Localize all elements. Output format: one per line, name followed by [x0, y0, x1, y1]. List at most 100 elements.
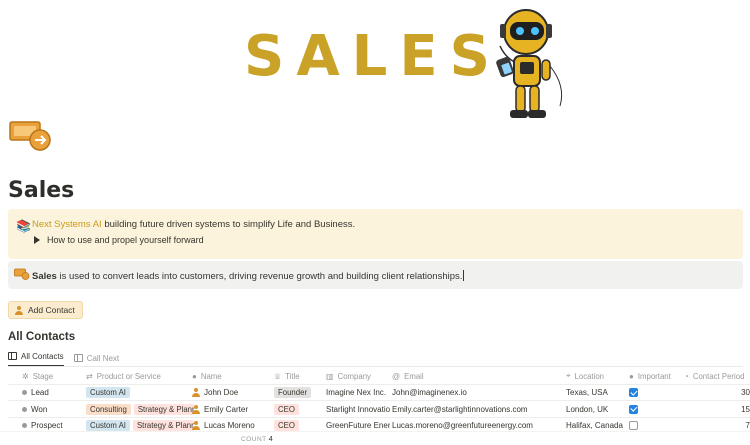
product-tag: Custom AI [86, 420, 130, 431]
name-value: Lucas Moreno [204, 421, 255, 430]
product-cell[interactable]: ConsultingStrategy & Planning [86, 401, 194, 417]
person-icon [192, 404, 200, 414]
trophy-icon: ♕ [274, 371, 282, 381]
column-label: Contact Period [692, 371, 745, 381]
stage-value: Lead [31, 388, 49, 397]
title-cell[interactable]: Founder [274, 385, 324, 401]
count-footer: COUNT 4 [0, 431, 750, 445]
add-contact-button[interactable]: Add Contact [8, 301, 83, 319]
column-header-title[interactable]: ♕ Title [274, 368, 324, 384]
tab-call-next[interactable]: Call Next [73, 350, 120, 366]
company-cell[interactable]: Starlight Innovations [326, 401, 390, 417]
column-label: Title [285, 371, 300, 381]
person-icon [15, 305, 23, 315]
column-label: Location [574, 371, 604, 381]
callout-line: Next Systems AI building future driven s… [32, 219, 355, 230]
column-label: Product or Service [96, 371, 161, 381]
email-cell[interactable]: John@imaginenex.io [392, 385, 564, 401]
column-label: Company [337, 371, 371, 381]
stage-dot-icon [22, 406, 27, 412]
add-contact-label: Add Contact [28, 305, 75, 315]
stage-value: Prospect [31, 421, 63, 430]
count-label: COUNT [241, 436, 267, 443]
column-header-important[interactable]: ● Important [629, 368, 681, 384]
name-cell[interactable]: Emily Carter [192, 401, 272, 417]
count-summary[interactable]: COUNT 4 [241, 434, 273, 443]
product-tag: Strategy & Planning [132, 420, 194, 431]
column-label: Stage [32, 371, 54, 381]
stage-cell[interactable]: Lead [22, 385, 82, 401]
column-label: Email [404, 371, 424, 381]
important-checkbox[interactable] [629, 421, 638, 430]
product-tag: Strategy & Planning [133, 403, 194, 415]
stage-dot-icon [22, 423, 27, 428]
how-to-toggle[interactable]: How to use and propel yourself forward [34, 235, 204, 245]
column-label: Name [200, 371, 222, 381]
name-value: Emily Carter [204, 404, 249, 414]
title-cell[interactable]: CEO [274, 401, 324, 417]
stage-dot-icon [22, 390, 27, 395]
column-header-product[interactable]: ⇄ Product or Service [86, 368, 194, 384]
pin-icon: ⌖ [566, 371, 571, 380]
status-icon: ✲ [22, 371, 29, 381]
column-header-company[interactable]: ▥ Company [326, 368, 390, 384]
title-tag: CEO [274, 403, 299, 415]
person-icon [192, 421, 200, 430]
description-bold: Sales [32, 271, 57, 282]
table-view-icon [73, 354, 83, 362]
robot-icon [496, 9, 563, 118]
table-row[interactable]: Won ConsultingStrategy & Planning Emily … [8, 401, 750, 418]
tab-label: Call Next [86, 353, 120, 363]
column-header-period[interactable]: ◔ Contact Period [684, 368, 750, 384]
callout-text: building future driven systems to simpli… [101, 219, 356, 230]
stage-cell[interactable]: Won [22, 401, 82, 417]
next-systems-link[interactable]: Next Systems AI [32, 219, 102, 230]
name-cell[interactable]: John Doe [192, 385, 272, 401]
location-cell[interactable]: London, UK [566, 401, 626, 417]
at-icon: @ [392, 371, 401, 381]
email-cell[interactable]: Emily.carter@starlightinnovations.com [392, 401, 564, 417]
books-icon: 📚 [16, 219, 31, 233]
location-cell[interactable]: Texas, USA [566, 385, 626, 401]
column-header-email[interactable]: @ Email [392, 368, 564, 384]
table-view-icon [8, 352, 17, 360]
period-cell[interactable]: 15 [684, 401, 750, 417]
clock-icon: ◔ [684, 371, 689, 381]
important-checkbox[interactable] [629, 404, 638, 414]
title-tag: Founder [274, 387, 312, 398]
description-text[interactable]: Sales is used to convert leads into cust… [32, 270, 465, 282]
tab-label: All Contacts [21, 351, 64, 361]
relation-icon: ⇄ [86, 371, 93, 381]
product-tag: Custom AI [86, 387, 130, 398]
toggle-label: How to use and propel yourself forward [47, 235, 204, 245]
description-rest: is used to convert leads into customers,… [56, 271, 463, 282]
column-label: Important [637, 371, 671, 381]
column-header-location[interactable]: ⌖ Location [566, 368, 626, 384]
important-checkbox[interactable] [629, 388, 638, 397]
text-caret [463, 270, 465, 281]
table-header: ✲ Stage ⇄ Product or Service ● Name ♕ Title … [8, 368, 750, 385]
money-transfer-icon[interactable] [8, 118, 52, 152]
toggle-arrow-icon[interactable] [34, 236, 40, 244]
company-cell[interactable]: Imagine Nex Inc. [326, 385, 390, 401]
contacts-table: ✲ Stage ⇄ Product or Service ● Name ♕ Title … [8, 368, 750, 434]
count-value: 4 [268, 434, 274, 443]
important-cell[interactable] [629, 401, 681, 417]
table-row[interactable]: Lead Custom AI John Doe Founder Imagine … [8, 385, 750, 401]
alert-icon: ● [629, 371, 634, 381]
product-cell[interactable]: Custom AI [86, 385, 194, 401]
divider [8, 366, 743, 367]
column-header-stage[interactable]: ✲ Stage [22, 368, 82, 384]
important-cell[interactable] [629, 385, 681, 401]
name-value: John Doe [204, 388, 239, 397]
cover-banner: SALES [0, 0, 750, 125]
period-cell[interactable]: 30 [684, 385, 750, 401]
intro-callout: 📚 Next Systems AI building future driven… [8, 209, 743, 259]
database-title[interactable]: All Contacts [8, 331, 75, 343]
stage-value: Won [31, 404, 48, 414]
title-tag: CEO [274, 420, 299, 431]
description-callout: Sales is used to convert leads into cust… [8, 261, 743, 289]
view-tabs: All Contacts Call Next [8, 350, 119, 366]
column-header-name[interactable]: ● Name [192, 368, 272, 384]
tab-all-contacts[interactable]: All Contacts [8, 350, 64, 366]
